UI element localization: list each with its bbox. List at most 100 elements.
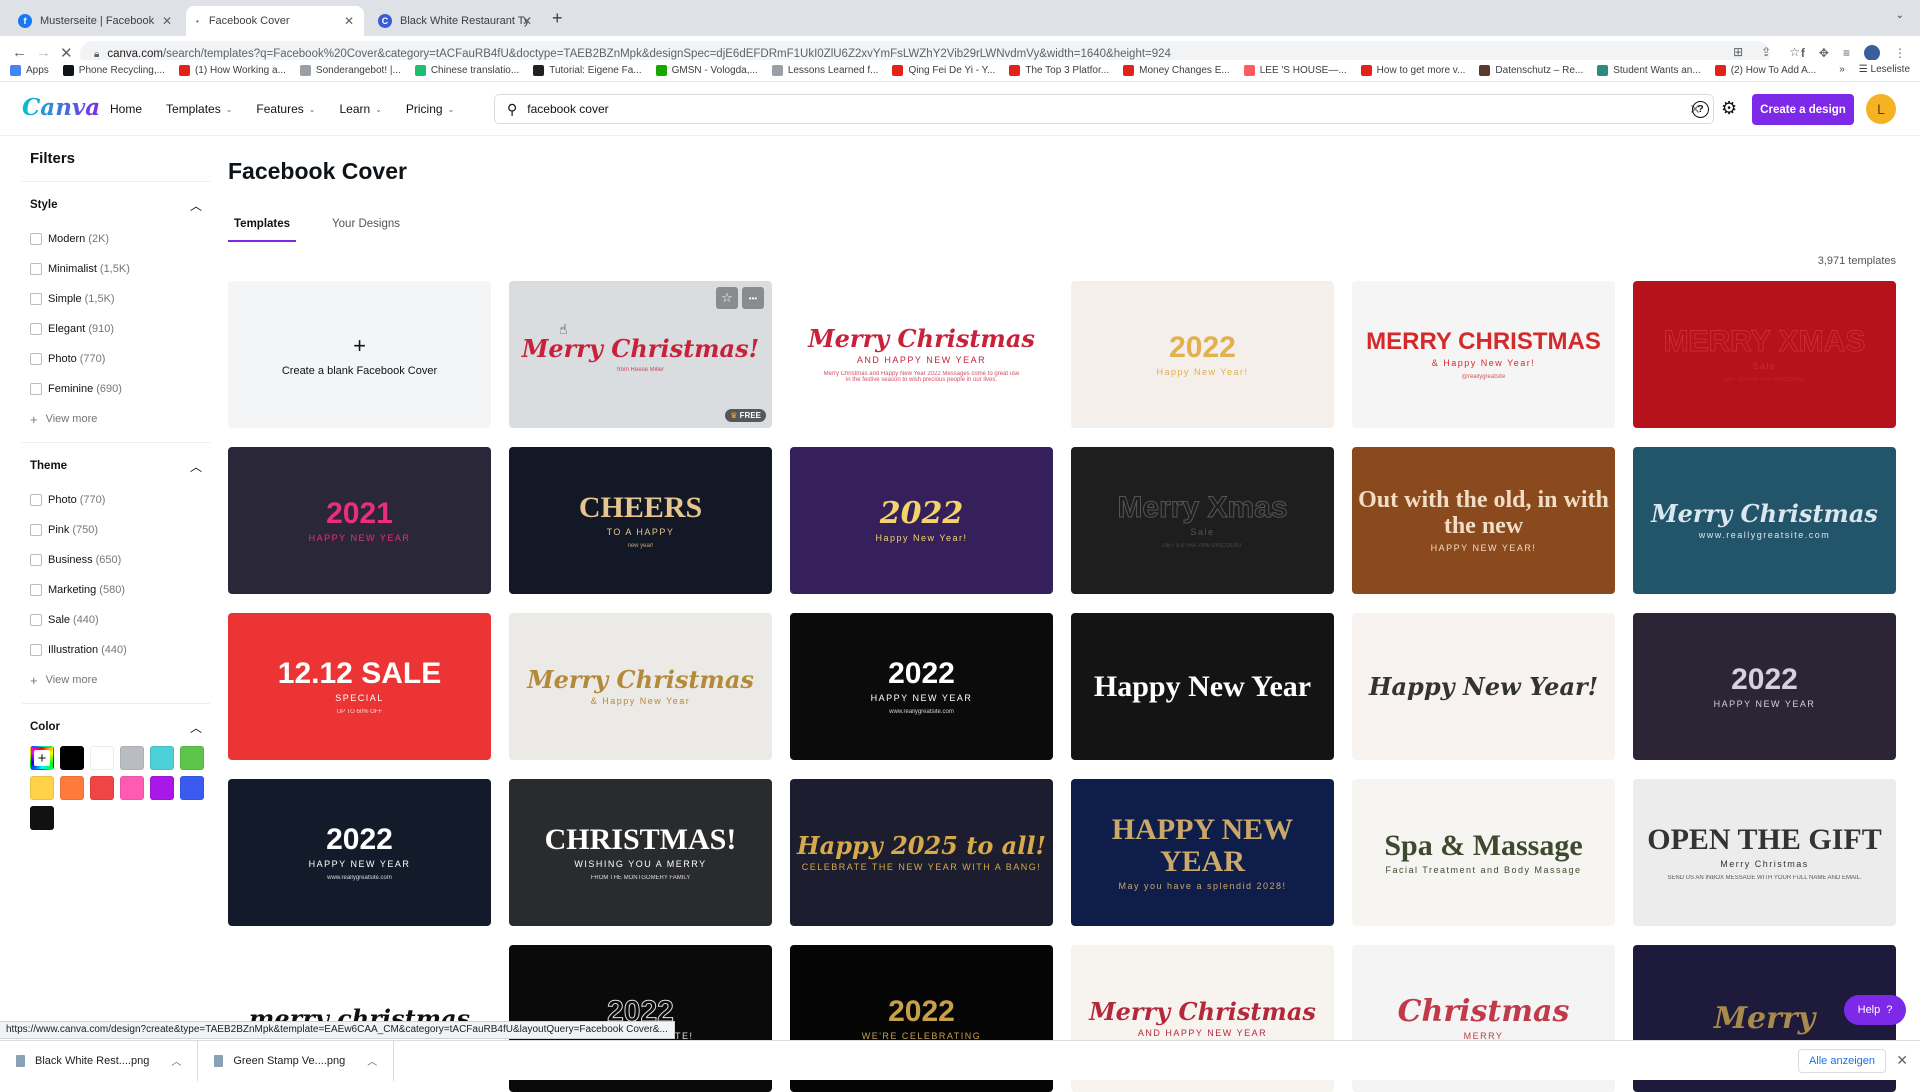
search-box[interactable]: ⚲ ✕ bbox=[494, 94, 1714, 124]
color-swatch[interactable] bbox=[90, 746, 114, 770]
template-card[interactable]: 2021 HAPPY NEW YEAR bbox=[228, 447, 491, 594]
template-card[interactable]: Merry Christmas! from Reese Miller ☆ ••• ♛ F… bbox=[509, 281, 772, 428]
bookmark-item[interactable]: The Top 3 Platfor... bbox=[1009, 65, 1109, 76]
color-swatch[interactable] bbox=[60, 776, 84, 800]
checkbox[interactable] bbox=[30, 494, 42, 506]
bookmark-star-icon[interactable]: ☆ bbox=[1789, 45, 1800, 59]
checkbox[interactable] bbox=[30, 614, 42, 626]
user-avatar[interactable]: L bbox=[1866, 94, 1896, 124]
profile-avatar[interactable] bbox=[1864, 45, 1880, 61]
chevron-up-icon[interactable]: ︿ bbox=[171, 1053, 181, 1068]
media-queue-icon[interactable]: ≡ bbox=[1843, 46, 1850, 60]
close-tab-icon[interactable]: ✕ bbox=[162, 14, 172, 28]
bookmark-item[interactable]: Phone Recycling,... bbox=[62, 65, 165, 76]
chevron-up-icon[interactable]: ︿ bbox=[367, 1053, 377, 1068]
template-card[interactable]: 2022 HAPPY NEW YEAR www.reallygreatsite.co… bbox=[228, 779, 491, 926]
filter-option-marketing[interactable]: Marketing (580) bbox=[30, 575, 202, 605]
template-card[interactable]: 2022 HAPPY NEW YEAR www.reallygreatsite.co… bbox=[790, 613, 1053, 760]
checkbox[interactable] bbox=[30, 554, 42, 566]
translate-icon[interactable]: ⊞ bbox=[1733, 45, 1743, 59]
template-card[interactable]: Merry Xmas Sale GET EXTRA 70% DISCOUNT bbox=[1071, 447, 1334, 594]
checkbox[interactable] bbox=[30, 644, 42, 656]
bookmark-item[interactable]: Qing Fei De Yi - Y... bbox=[892, 65, 995, 76]
download-item[interactable]: Black White Rest....png ︿ bbox=[0, 1040, 199, 1081]
template-card[interactable]: 12.12 SALE SPECIAL UP TO 60% OFF bbox=[228, 613, 491, 760]
settings-gear-icon[interactable]: ⚙ bbox=[1721, 98, 1737, 119]
filter-section-header[interactable]: Theme ︿ bbox=[30, 457, 202, 475]
checkbox[interactable] bbox=[30, 293, 42, 305]
tab-search-chevron-icon[interactable]: ⌄ bbox=[1896, 10, 1904, 21]
template-card[interactable]: MERRY CHRISTMAS & Happy New Year! @reallyg… bbox=[1352, 281, 1615, 428]
share-icon[interactable]: ⇪ bbox=[1761, 45, 1771, 59]
chevron-up-icon[interactable]: ︿ bbox=[190, 197, 202, 214]
template-card[interactable]: 2022 Happy New Year! bbox=[790, 447, 1053, 594]
extensions-puzzle-icon[interactable]: ✥ bbox=[1819, 46, 1829, 60]
new-tab-button[interactable]: + bbox=[552, 8, 563, 29]
show-all-downloads-button[interactable]: Alle anzeigen bbox=[1797, 1049, 1886, 1073]
filter-option-sale[interactable]: Sale (440) bbox=[30, 605, 202, 635]
tab-templates[interactable]: Templates bbox=[228, 216, 297, 242]
more-options-icon[interactable]: ••• bbox=[742, 287, 764, 309]
tab-facebook-cover[interactable]: • Facebook Cover ✕ bbox=[186, 6, 364, 36]
bookmark-item[interactable]: Student Wants an... bbox=[1597, 65, 1701, 76]
favorite-star-icon[interactable]: ☆ bbox=[716, 287, 738, 309]
filter-option-photo[interactable]: Photo (770) bbox=[30, 344, 202, 374]
checkbox[interactable] bbox=[30, 524, 42, 536]
nav-home[interactable]: Home bbox=[110, 102, 142, 116]
color-swatch[interactable] bbox=[90, 776, 114, 800]
tab-your-designs[interactable]: Your Designs bbox=[326, 216, 406, 242]
nav-pricing[interactable]: Pricing ⌄ bbox=[406, 102, 454, 116]
template-card[interactable]: OPEN THE GIFT Merry Christmas SEND US AN I… bbox=[1633, 779, 1896, 926]
template-card[interactable]: Out with the old, in with the new HAPPY N… bbox=[1352, 447, 1615, 594]
bookmark-item[interactable]: Lessons Learned f... bbox=[771, 65, 878, 76]
filter-option-simple[interactable]: Simple (1,5K) bbox=[30, 284, 202, 314]
reading-list-button[interactable]: ☰ Leseliste bbox=[1859, 64, 1910, 75]
template-card[interactable]: CHRISTMAS! WISHING YOU A MERRY FROM THE MO… bbox=[509, 779, 772, 926]
facebook-extension-icon[interactable]: f bbox=[1801, 46, 1805, 60]
help-button[interactable]: Help ? bbox=[1844, 995, 1906, 1025]
template-card[interactable]: MERRY XMAS Sale GET EXTRA 70% DISCOUNT bbox=[1633, 281, 1896, 428]
checkbox[interactable] bbox=[30, 323, 42, 335]
filter-option-business[interactable]: Business (650) bbox=[30, 545, 202, 575]
template-card[interactable]: Merry Christmas AND HAPPY NEW YEAR Merry C… bbox=[790, 281, 1053, 428]
filter-section-header[interactable]: Color ︿ bbox=[30, 718, 202, 736]
filter-option-feminine[interactable]: Feminine (690) bbox=[30, 374, 202, 404]
close-tab-icon[interactable]: ✕ bbox=[522, 14, 532, 28]
filter-option-photo[interactable]: Photo (770) bbox=[30, 485, 202, 515]
bookmark-item[interactable]: LEE 'S HOUSE—... bbox=[1243, 65, 1347, 76]
checkbox[interactable] bbox=[30, 584, 42, 596]
bookmarks-overflow-icon[interactable]: » bbox=[1839, 64, 1845, 75]
checkbox[interactable] bbox=[30, 383, 42, 395]
close-shelf-icon[interactable]: ✕ bbox=[1896, 1052, 1908, 1069]
bookmark-item[interactable]: Money Changes E... bbox=[1123, 65, 1230, 76]
bookmark-item[interactable]: (2) How To Add A... bbox=[1714, 65, 1816, 76]
checkbox[interactable] bbox=[30, 263, 42, 275]
bookmark-item[interactable]: How to get more v... bbox=[1360, 65, 1465, 76]
nav-learn[interactable]: Learn ⌄ bbox=[339, 102, 381, 116]
help-icon[interactable]: ? bbox=[1692, 101, 1709, 118]
search-input[interactable] bbox=[527, 102, 1690, 116]
checkbox[interactable] bbox=[30, 353, 42, 365]
bookmark-item[interactable]: (1) How Working a... bbox=[178, 65, 286, 76]
template-card[interactable]: Merry Christmas & Happy New Year bbox=[509, 613, 772, 760]
chevron-up-icon[interactable]: ︿ bbox=[190, 458, 202, 475]
template-card[interactable]: 2022 HAPPY NEW YEAR bbox=[1633, 613, 1896, 760]
color-swatch[interactable] bbox=[150, 776, 174, 800]
browser-menu-icon[interactable]: ⋮ bbox=[1894, 46, 1906, 60]
bookmark-item[interactable]: GMSN - Vologda,... bbox=[655, 65, 758, 76]
checkbox[interactable] bbox=[30, 233, 42, 245]
filter-option-elegant[interactable]: Elegant (910) bbox=[30, 314, 202, 344]
forward-icon[interactable]: → bbox=[36, 44, 51, 61]
color-swatch[interactable] bbox=[30, 806, 54, 830]
custom-color-swatch[interactable]: + bbox=[30, 746, 54, 770]
color-swatch[interactable] bbox=[180, 776, 204, 800]
filter-option-illustration[interactable]: Illustration (440) bbox=[30, 635, 202, 665]
template-card[interactable]: HAPPY NEW YEAR May you have a splendid 20… bbox=[1071, 779, 1334, 926]
color-swatch[interactable] bbox=[120, 746, 144, 770]
bookmark-item[interactable]: Apps bbox=[10, 65, 49, 76]
color-swatch[interactable] bbox=[30, 776, 54, 800]
bookmark-item[interactable]: Sonderangebot! |... bbox=[299, 65, 401, 76]
view-more-style[interactable]: + View more bbox=[30, 404, 202, 434]
template-card[interactable]: Happy New Year bbox=[1071, 613, 1334, 760]
template-card[interactable]: 2022 Happy New Year! bbox=[1071, 281, 1334, 428]
